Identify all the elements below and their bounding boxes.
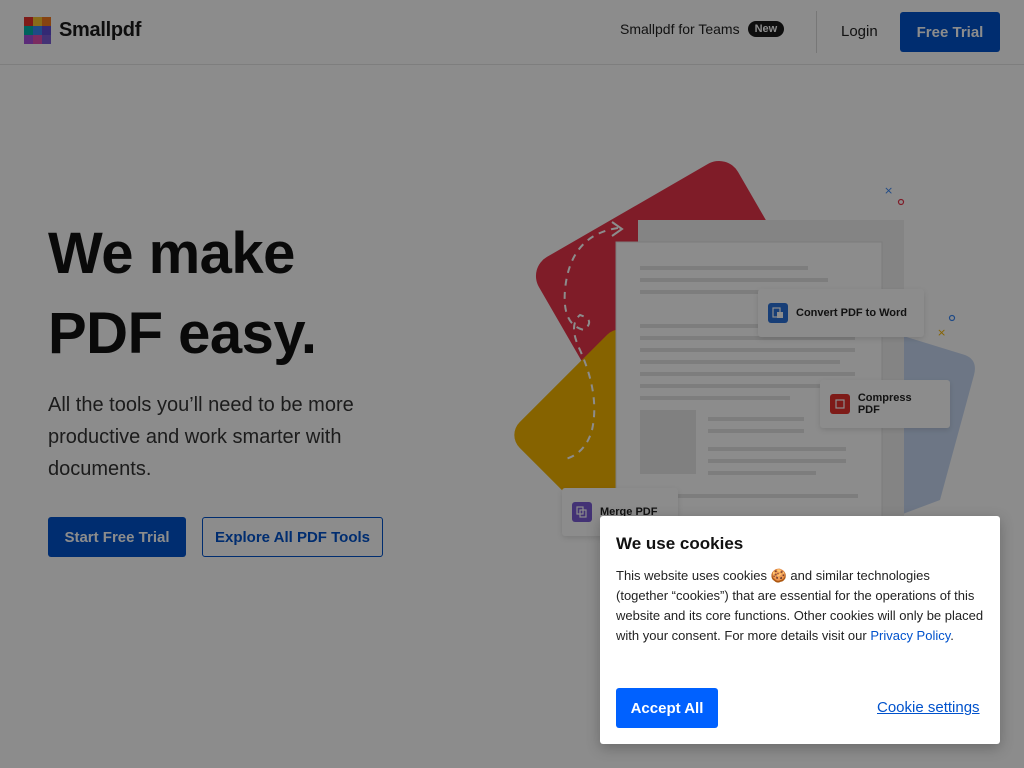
cookie-text-end: . [950,628,954,643]
cookie-banner: We use cookies This website uses cookies… [600,516,1000,744]
cookie-body: This website uses cookies 🍪 and similar … [616,566,984,646]
cookie-settings-link[interactable]: Cookie settings [877,699,980,716]
cookie-title: We use cookies [616,534,744,553]
privacy-policy-link[interactable]: Privacy Policy [870,628,950,643]
accept-all-button[interactable]: Accept All [616,688,718,728]
